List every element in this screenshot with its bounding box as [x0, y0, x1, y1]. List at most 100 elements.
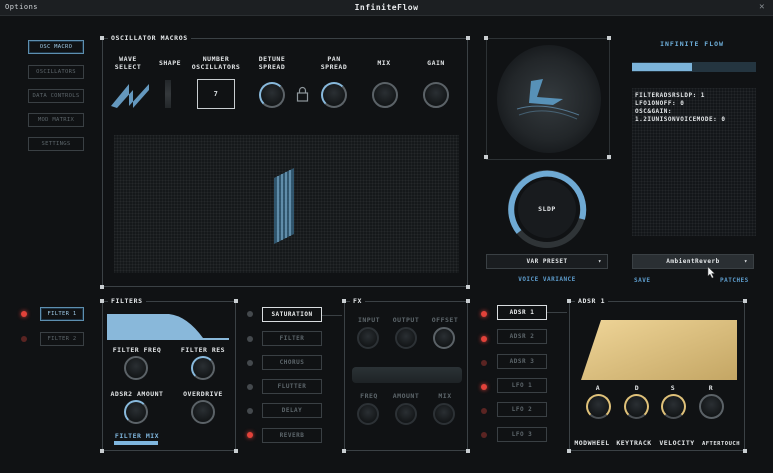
filter-mix-slider[interactable] [114, 441, 158, 445]
corner-marker [100, 299, 104, 303]
fx-chorus-button[interactable]: CHORUS [262, 355, 322, 370]
voice-variance-label: VOICE VARIANCE [518, 276, 576, 283]
modwheel-label[interactable]: MODWHEEL [570, 439, 614, 447]
filter-1-button[interactable]: FILTER 1 [40, 307, 84, 321]
mod-adsr3-button[interactable]: ADSR 3 [497, 354, 547, 369]
corner-marker [466, 299, 470, 303]
corner-marker [567, 449, 571, 453]
window-title: InfiniteFlow [354, 3, 419, 12]
fx-filter-button[interactable]: FILTER [262, 331, 322, 346]
info-line: 1.2IUNISONVOICEMODE: 0 [635, 116, 726, 123]
var-preset-value: VAR PRESET [526, 258, 568, 265]
lfo1-led [481, 384, 487, 390]
filter-freq-knob[interactable] [124, 356, 148, 380]
osc-macro-header: OSCILLATOR MACROS [108, 34, 191, 42]
mod-lfo2-button[interactable]: LFO 2 [497, 402, 547, 417]
corner-marker [234, 449, 238, 453]
mod-lfo1-button[interactable]: LFO 1 [497, 378, 547, 393]
pan-spread-knob[interactable] [321, 82, 347, 108]
filter-res-knob[interactable] [191, 356, 215, 380]
adsr2-amount-label: ADSR2 AMOUNT [110, 390, 164, 398]
level-meter [632, 62, 756, 72]
fx-offset-label: OFFSET [431, 316, 459, 324]
fx-output-label: OUTPUT [392, 316, 420, 324]
corner-marker [567, 299, 571, 303]
chorus-led [247, 360, 253, 366]
fx-input-knob[interactable] [357, 327, 379, 349]
release-knob[interactable] [699, 394, 724, 419]
corner-marker [342, 299, 346, 303]
corner-marker [484, 36, 488, 40]
decay-knob[interactable] [624, 394, 649, 419]
wave-select-icon[interactable] [109, 80, 151, 110]
chevron-down-icon: ▾ [597, 258, 602, 265]
sustain-label: S [670, 384, 676, 392]
mod-adsr2-button[interactable]: ADSR 2 [497, 329, 547, 344]
nav-oscillators[interactable]: OSCILLATORS [28, 65, 84, 79]
nav-osc-macro[interactable]: OSC MACRO [28, 40, 84, 54]
nav-mod-matrix[interactable]: MOD MATRIX [28, 113, 84, 127]
overdrive-knob[interactable] [191, 400, 215, 424]
mod-adsr1-button[interactable]: ADSR 1 [497, 305, 547, 320]
mix-knob[interactable] [372, 82, 398, 108]
mix-label: MIX [377, 59, 391, 67]
fx-saturation-button[interactable]: SATURATION [262, 307, 322, 322]
fx-amount-knob[interactable] [395, 403, 417, 425]
var-preset-dropdown[interactable]: VAR PRESET ▾ [486, 254, 608, 269]
close-icon[interactable]: ✕ [759, 2, 765, 12]
lfo2-led [481, 408, 487, 414]
fx-header: FX [350, 297, 366, 305]
fx-input-label: INPUT [357, 316, 381, 324]
mod-lfo3-button[interactable]: LFO 3 [497, 427, 547, 442]
adsr-header: ADSR 1 [575, 297, 609, 305]
fx-mix-knob[interactable] [433, 403, 455, 425]
fx-offset-knob[interactable] [433, 327, 455, 349]
filters-header: FILTERS [108, 297, 146, 305]
wave-select-label: WAVE SELECT [114, 55, 142, 71]
info-line: OSC&GAIN: [635, 108, 673, 115]
title-bar: Options InfiniteFlow ✕ [0, 0, 773, 16]
corner-marker [607, 155, 611, 159]
fx-freq-knob[interactable] [357, 403, 379, 425]
shape-slider[interactable] [165, 80, 171, 108]
attack-knob[interactable] [586, 394, 611, 419]
level-meter-fill [632, 63, 692, 71]
gain-knob[interactable] [423, 82, 449, 108]
number-oscillators-box[interactable]: 7 [197, 79, 235, 109]
fx-output-knob[interactable] [395, 327, 417, 349]
detune-spread-knob[interactable] [259, 82, 285, 108]
corner-marker [607, 36, 611, 40]
sustain-knob[interactable] [661, 394, 686, 419]
chevron-down-icon: ▾ [743, 258, 748, 265]
velocity-label[interactable]: VELOCITY [655, 439, 699, 447]
aftertouch-label[interactable]: AFTERTOUCH [698, 440, 744, 448]
nav-data-controls[interactable]: DATA CONTROLS [28, 89, 84, 103]
corner-marker [100, 285, 104, 289]
filter-1-led [21, 311, 27, 317]
lfo3-led [481, 432, 487, 438]
corner-marker [100, 449, 104, 453]
info-line: FILTERADSRSLDP: 1 [635, 92, 705, 99]
voice-visual-shape [516, 79, 580, 120]
patches-button[interactable]: PATCHES [720, 277, 749, 284]
shape-label: SHAPE [158, 59, 182, 67]
corner-marker [466, 285, 470, 289]
lock-icon[interactable] [296, 86, 309, 102]
adsr1-led [481, 311, 487, 317]
patch-dropdown[interactable]: AmbientReverb ▾ [632, 254, 754, 269]
fx-reverb-button[interactable]: REVERB [262, 428, 322, 443]
fx-display [352, 367, 462, 383]
fx-flutter-button[interactable]: FLUTTER [262, 379, 322, 394]
connector-line [547, 312, 567, 313]
keytrack-label[interactable]: KEYTRACK [612, 439, 656, 447]
adsr3-led [481, 360, 487, 366]
save-button[interactable]: SAVE [634, 277, 650, 284]
adsr2-amount-knob[interactable] [124, 400, 148, 424]
filter-2-button[interactable]: FILTER 2 [40, 332, 84, 346]
number-oscillators-label: NUMBER OSCILLATORS [191, 55, 241, 71]
nav-settings[interactable]: SETTINGS [28, 137, 84, 151]
corner-marker [743, 299, 747, 303]
fx-delay-button[interactable]: DELAY [262, 403, 322, 418]
pan-spread-label: PAN SPREAD [320, 55, 348, 71]
detune-spread-label: DETUNE SPREAD [258, 55, 286, 71]
